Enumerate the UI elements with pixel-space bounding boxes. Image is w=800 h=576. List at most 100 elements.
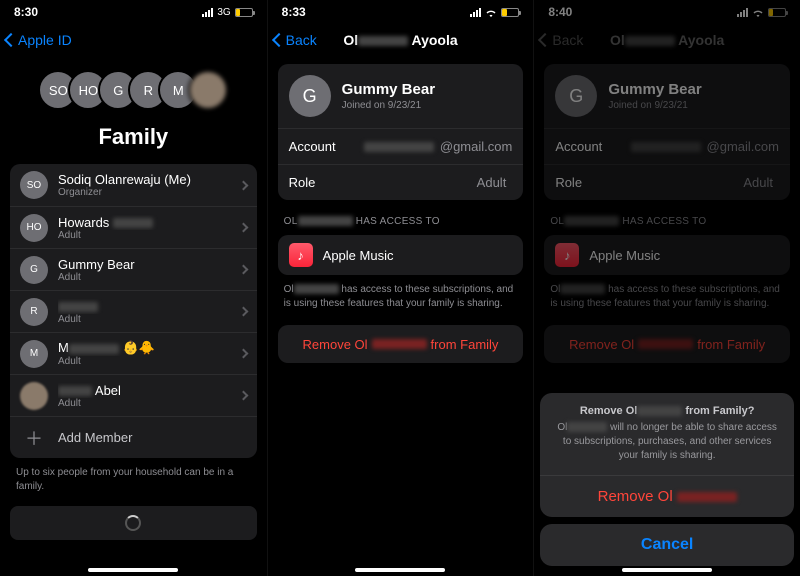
members-list: SO Sodiq Olanrewaju (Me)Organizer HO How… <box>10 164 257 458</box>
remove-from-family-button[interactable]: Remove Ol from Family <box>278 325 524 363</box>
back-label: Apple ID <box>18 32 72 48</box>
cancel-button[interactable]: Cancel <box>540 524 794 566</box>
back-button[interactable]: Apple ID <box>6 32 72 48</box>
app-row[interactable]: ♪ Apple Music <box>278 235 524 275</box>
access-section-label: OL HAS ACCESS TO <box>284 216 518 227</box>
spinner-icon <box>125 515 141 531</box>
sheet-desc: Ol will no longer be able to share acces… <box>556 421 778 463</box>
remove-from-family-button: Remove Ol from Family <box>544 325 790 363</box>
network-label: 3G <box>217 7 230 18</box>
screen-family-list: 8:30 3G Apple ID SO HO G R M Family SO <box>0 0 267 576</box>
app-name: Apple Music <box>589 248 660 263</box>
role-row[interactable]: Role Adult <box>278 164 524 200</box>
account-label: Account <box>289 139 336 154</box>
member-role: Adult <box>58 356 234 367</box>
home-indicator <box>622 568 712 572</box>
member-role: Adult <box>58 272 234 283</box>
status-time: 8:33 <box>282 5 306 19</box>
member-role: Adult <box>58 314 234 325</box>
member-joined: Joined on 9/23/21 <box>608 100 701 111</box>
back-label: Back <box>552 32 583 48</box>
footnote: Up to six people from your household can… <box>16 466 251 494</box>
chevron-right-icon <box>238 391 248 401</box>
account-row: Account @gmail.com <box>544 128 790 164</box>
screen-remove-confirm: 8:40 Back Ol Ayoola G Gummy Bear <box>533 0 800 576</box>
battery-icon <box>501 8 519 17</box>
page-title: Family <box>0 124 267 150</box>
add-member-label: Add Member <box>58 430 247 445</box>
member-role: Adult <box>58 398 234 409</box>
role-label: Role <box>555 175 582 190</box>
sheet-title: Remove Ol from Family? <box>556 405 778 417</box>
chevron-right-icon <box>238 307 248 317</box>
account-value: @gmail.com <box>364 139 512 154</box>
avatar: HO <box>20 214 48 242</box>
wifi-icon <box>485 8 497 17</box>
access-explain: Ol has access to these subscriptions, an… <box>284 283 518 311</box>
add-member-button[interactable]: ＋ Add Member <box>10 416 257 458</box>
action-sheet: Remove Ol from Family? Ol will no longer… <box>540 393 794 566</box>
chevron-right-icon <box>238 223 248 233</box>
member-name: Gummy Bear <box>58 257 234 272</box>
signal-icon <box>737 8 748 17</box>
signal-icon <box>202 8 213 17</box>
chevron-left-icon <box>4 33 18 47</box>
chevron-left-icon <box>272 33 286 47</box>
member-name: Gummy Bear <box>608 81 701 98</box>
member-row[interactable]: SO Sodiq Olanrewaju (Me)Organizer <box>10 164 257 206</box>
member-name: Sodiq Olanrewaju (Me) <box>58 172 234 187</box>
avatar: M <box>20 340 48 368</box>
chevron-right-icon <box>238 265 248 275</box>
app-name: Apple Music <box>323 248 394 263</box>
member-row[interactable]: M M 👶🐥Adult <box>10 332 257 374</box>
status-bar: 8:30 3G <box>0 0 267 24</box>
member-role: Organizer <box>58 187 234 198</box>
member-row[interactable]: HO Howards Adult <box>10 206 257 248</box>
account-value: @gmail.com <box>631 139 779 154</box>
sheet-message: Remove Ol from Family? Ol will no longer… <box>540 393 794 475</box>
member-name: M 👶🐥 <box>58 340 234 356</box>
chevron-left-icon <box>538 33 552 47</box>
plus-icon: ＋ <box>20 424 48 452</box>
family-avatars: SO HO G R M <box>0 64 267 116</box>
member-row[interactable]: R Adult <box>10 290 257 332</box>
member-role: Adult <box>58 230 234 241</box>
avatar: SO <box>20 171 48 199</box>
avatar: R <box>20 298 48 326</box>
member-row[interactable]: AbelAdult <box>10 374 257 416</box>
member-joined: Joined on 9/23/21 <box>342 100 435 111</box>
app-row: ♪ Apple Music <box>544 235 790 275</box>
avatar <box>20 382 48 410</box>
chevron-right-icon <box>238 349 248 359</box>
back-label: Back <box>286 32 317 48</box>
back-button: Back <box>540 32 583 48</box>
avatar: G <box>289 75 331 117</box>
back-button[interactable]: Back <box>274 32 317 48</box>
chevron-right-icon <box>238 180 248 190</box>
apple-music-icon: ♪ <box>289 243 313 267</box>
status-time: 8:30 <box>14 5 38 19</box>
wifi-icon <box>752 8 764 17</box>
screen-member-detail: 8:33 Back Ol Ayoola G Gummy Bear Joined … <box>267 0 534 576</box>
confirm-remove-button[interactable]: Remove Ol <box>540 475 794 517</box>
role-row: Role Adult <box>544 164 790 200</box>
role-value: Adult <box>477 175 507 190</box>
member-card: G Gummy Bear Joined on 9/23/21 Account @… <box>544 64 790 200</box>
apple-music-icon: ♪ <box>555 243 579 267</box>
member-card: G Gummy Bear Joined on 9/23/21 Account @… <box>278 64 524 200</box>
home-indicator <box>355 568 445 572</box>
avatar <box>188 70 228 110</box>
member-row[interactable]: G Gummy BearAdult <box>10 248 257 290</box>
account-row: Account @gmail.com <box>278 128 524 164</box>
signal-icon <box>470 8 481 17</box>
account-label: Account <box>555 139 602 154</box>
loading-bar <box>10 506 257 540</box>
member-name: Abel <box>58 383 234 398</box>
battery-icon <box>235 8 253 17</box>
member-name <box>58 299 234 314</box>
access-list: ♪ Apple Music <box>544 235 790 275</box>
status-bar: 8:40 <box>534 0 800 24</box>
access-section-label: OL HAS ACCESS TO <box>550 216 784 227</box>
status-bar: 8:33 <box>268 0 534 24</box>
avatar: G <box>20 256 48 284</box>
